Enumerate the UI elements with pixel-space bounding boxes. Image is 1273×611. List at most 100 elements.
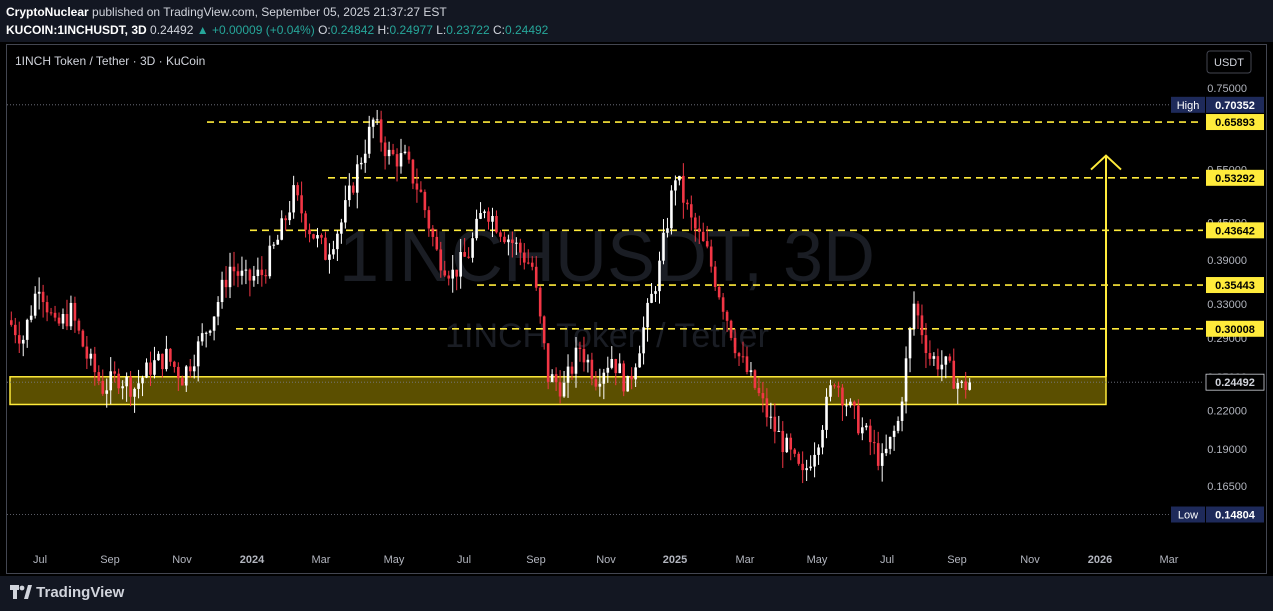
candle-body — [407, 151, 411, 160]
price-tick-label: 0.19000 — [1207, 444, 1247, 456]
candle-body — [566, 366, 570, 383]
candle-body — [272, 244, 276, 246]
author-name[interactable]: CryptoNuclear — [6, 5, 89, 19]
candle-body — [288, 212, 291, 221]
candle-body — [741, 356, 745, 358]
candle-body — [857, 405, 860, 434]
candle-body — [948, 356, 952, 361]
candle-body — [586, 359, 590, 363]
candle-body — [308, 229, 311, 235]
time-tick-label: 2025 — [663, 554, 687, 566]
tradingview-logo[interactable]: TradingView — [10, 584, 124, 601]
candle-body — [17, 335, 21, 344]
candle-body — [85, 346, 89, 359]
candle-body — [511, 239, 514, 244]
candle-body — [471, 238, 474, 258]
time-tick-label: May — [384, 554, 405, 566]
candle-body — [658, 260, 661, 292]
chart-legend: 1INCH Token / Tether · 3D · KuCoin — [15, 54, 205, 68]
candle-body — [841, 387, 844, 406]
price-tick-label: 0.33000 — [1207, 299, 1247, 311]
chart-header: CryptoNuclear published on TradingView.c… — [0, 0, 1273, 42]
candle-body — [312, 234, 315, 239]
candle-body — [117, 373, 120, 389]
resistance-price-label: 0.53292 — [1215, 173, 1255, 185]
time-tick-label: 2026 — [1088, 554, 1112, 566]
candle-body — [248, 269, 252, 281]
candle-body — [845, 405, 848, 407]
candle-body — [849, 401, 852, 406]
candle-body — [642, 327, 645, 354]
candle-body — [777, 430, 781, 432]
candle-body — [558, 382, 562, 397]
candle-body — [379, 119, 383, 143]
candle-body — [650, 293, 653, 303]
time-tick-label: Jul — [457, 554, 471, 566]
candle-body — [49, 312, 53, 314]
candle-body — [304, 213, 307, 230]
candle-body — [73, 302, 77, 321]
candle-body — [785, 437, 789, 453]
candle-body — [459, 252, 462, 277]
resistance-price-label: 0.43642 — [1215, 225, 1255, 237]
time-tick-label: Sep — [947, 554, 967, 566]
close-label: C: — [492, 23, 505, 37]
low-label: L: — [436, 23, 447, 37]
currency-button[interactable]: USDT — [1206, 50, 1252, 74]
symbol-label[interactable]: KUCOIN:1INCHUSDT, 3D — [6, 23, 147, 37]
candle-body — [252, 276, 256, 281]
candle-body — [491, 215, 494, 222]
candle-body — [534, 266, 538, 288]
candle-body — [121, 386, 124, 389]
candle-body — [693, 217, 697, 229]
candle-body — [153, 360, 156, 375]
candle-body — [328, 254, 331, 260]
price-chart[interactable]: 1INCHUSDT, 3D 1INCH Token / Tether 0.750… — [7, 45, 1266, 573]
candle-body — [371, 119, 375, 127]
candle-body — [220, 279, 224, 303]
candle-body — [105, 390, 109, 394]
candle-body — [574, 347, 578, 374]
candle-body — [173, 361, 176, 367]
candle-body — [713, 266, 717, 287]
candle-body — [431, 228, 435, 237]
candle-body — [109, 371, 113, 391]
candle-body — [97, 372, 101, 381]
candle-body — [344, 200, 347, 223]
candle-body — [25, 319, 29, 340]
candle-body — [284, 218, 287, 221]
candle-body — [773, 416, 777, 432]
candle-body — [244, 269, 248, 271]
candle-body — [622, 363, 626, 392]
time-tick-label: Nov — [596, 554, 616, 566]
candle-body — [813, 454, 816, 467]
candle-body — [940, 364, 944, 370]
candle-body — [582, 349, 586, 363]
candle-body — [936, 356, 940, 370]
candle-body — [240, 270, 244, 276]
candle-body — [916, 303, 920, 316]
candle-body — [403, 151, 407, 154]
chart-pane[interactable]: 1INCHUSDT, 3D 1INCH Token / Tether 0.750… — [6, 44, 1267, 574]
candle-body — [427, 210, 431, 229]
time-axis[interactable]: Jul Sep Nov 2024 Mar May Jul Sep Nov 2025 Mar May Ju… — [33, 554, 1179, 566]
candle-body — [837, 385, 840, 388]
candle-body — [570, 366, 574, 374]
candle-body — [483, 211, 486, 214]
candle-body — [880, 453, 884, 466]
candle-body — [753, 370, 757, 388]
candle-body — [236, 271, 240, 276]
candle-body — [550, 374, 554, 382]
candle-body — [646, 302, 649, 328]
candle-body — [606, 367, 610, 373]
candle-body — [861, 427, 864, 434]
candle-body — [634, 367, 637, 380]
candle-body — [825, 396, 828, 430]
candle-body — [177, 366, 180, 379]
candle-body — [757, 387, 761, 394]
candle-body — [367, 126, 371, 154]
candle-body — [423, 191, 427, 211]
candle-body — [884, 448, 888, 454]
candle-body — [348, 185, 351, 201]
candle-body — [137, 383, 140, 389]
